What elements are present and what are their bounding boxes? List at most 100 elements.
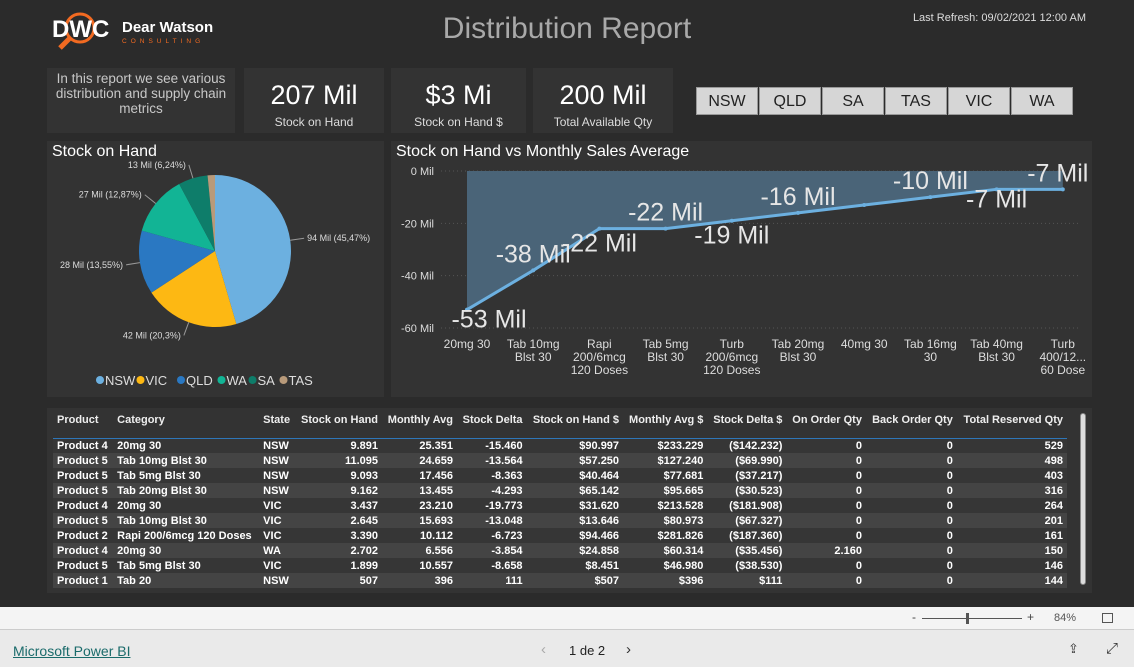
table-cell: 264 (956, 498, 1067, 513)
table-cell: 0 (786, 438, 866, 453)
slicer-tas[interactable]: TAS (885, 87, 947, 115)
table-cell: ($69.990) (707, 453, 787, 468)
slicer-vic[interactable]: VIC (948, 87, 1010, 115)
data-point[interactable] (796, 210, 800, 215)
data-label: -16 Mil (760, 183, 835, 211)
table-cell: NSW (259, 438, 295, 453)
table-cell: $24.858 (526, 543, 624, 558)
intro-text: In this report we see various distributi… (47, 68, 235, 133)
data-point[interactable] (862, 203, 867, 208)
slicer-sa[interactable]: SA (822, 87, 884, 115)
legend-item-vic[interactable]: VIC (146, 373, 168, 388)
data-point[interactable] (1060, 187, 1065, 192)
y-tick-label: -20 Mil (401, 218, 434, 230)
area-chart-title: Stock on Hand vs Monthly Sales Average (396, 143, 690, 160)
column-header[interactable]: Back Order Qty (865, 412, 957, 439)
table-cell: 0 (865, 528, 957, 543)
fit-to-page-icon[interactable] (1102, 613, 1113, 623)
table-cell: 0 (786, 483, 866, 498)
legend-item-nsw[interactable]: NSW (105, 373, 136, 388)
data-point[interactable] (531, 268, 536, 273)
share-icon[interactable]: ⇪ (1068, 641, 1079, 657)
legend-item-wa[interactable]: WA (227, 373, 248, 388)
slicer-wa[interactable]: WA (1011, 87, 1073, 115)
table-cell: 111 (456, 573, 527, 588)
table-cell: -4.293 (456, 483, 527, 498)
table-cell: 0 (865, 468, 957, 483)
next-page-icon[interactable]: › (626, 641, 631, 658)
table-cell: ($38.530) (707, 558, 787, 573)
table-cell: $111 (707, 573, 787, 588)
data-point[interactable] (663, 226, 668, 231)
data-label: -22 Mil (628, 199, 703, 227)
zoom-slider[interactable] (922, 613, 1022, 624)
table-cell: Product 5 (53, 453, 114, 468)
pie-chart: 94 Mil (45,47%) 42 Mil (20,3%) 28 Mil (13,… (60, 160, 370, 388)
table-cell: WA (259, 543, 295, 558)
table-cell: 0 (786, 453, 866, 468)
area-chart-panel: Stock on Hand vs Monthly Sales Average 0… (391, 141, 1092, 397)
data-label: -7 Mil (1027, 159, 1088, 187)
x-tick-label: Turb 200/6mcg 120 Doses (703, 337, 760, 377)
table-cell: NSW (259, 483, 295, 498)
table-cell: ($30.523) (707, 483, 787, 498)
table-cell: 507 (294, 573, 383, 588)
table-cell: $77.681 (623, 468, 708, 483)
previous-page-icon[interactable]: ‹ (541, 641, 546, 658)
table-scrollbar[interactable] (1080, 413, 1086, 585)
table-cell: Rapi 200/6mcg 120 Doses (113, 528, 260, 543)
table-cell: -19.773 (456, 498, 527, 513)
table-cell: NSW (259, 573, 295, 588)
table-cell: ($35.456) (707, 543, 787, 558)
column-header[interactable]: Monthly Avg $ (623, 412, 708, 439)
legend-item-sa[interactable]: SA (258, 373, 276, 388)
table-cell: 0 (865, 438, 957, 453)
data-label: -10 Mil (893, 167, 968, 195)
slicer-nsw[interactable]: NSW (696, 87, 758, 115)
last-refresh: Last Refresh: 09/02/2021 12:00 AM (912, 12, 1086, 24)
table-cell: VIC (259, 558, 295, 573)
slicer-qld[interactable]: QLD (759, 87, 821, 115)
column-header[interactable]: Stock Delta (456, 412, 527, 439)
table-cell: 20mg 30 (113, 543, 260, 558)
table-cell: 316 (956, 483, 1067, 498)
table-cell: ($67.327) (707, 513, 787, 528)
column-header[interactable]: Monthly Avg (382, 412, 457, 439)
column-header[interactable]: Stock Delta $ (707, 412, 787, 439)
zoom-out-button[interactable]: - (912, 610, 916, 624)
pie-chart-panel: Stock on Hand 94 Mil (45,47%) 42 Mil (20,… (47, 141, 384, 397)
table-cell: 20mg 30 (113, 498, 260, 513)
column-header[interactable]: Total Reserved Qty (956, 412, 1067, 439)
table-cell: Product 2 (53, 528, 114, 543)
table-cell: ($181.908) (707, 498, 787, 513)
table-cell: 0 (865, 558, 957, 573)
pie-data-label: 27 Mil (12,87%) (79, 190, 142, 200)
column-header[interactable]: Category (113, 412, 260, 439)
zoom-slider-handle[interactable] (966, 613, 969, 624)
legend-item-tas[interactable]: TAS (289, 373, 314, 388)
kpi-stock-on-hand-dollars: $3 Mi Stock on Hand $ (391, 68, 526, 133)
pie-leader-line (144, 194, 157, 204)
power-bi-link[interactable]: Microsoft Power BI (13, 643, 130, 659)
table-row: Product 5 Tab 10mg Blst 30 NSW 11.095 24.659… (53, 453, 1067, 468)
legend-marker (217, 376, 226, 384)
table-row: Product 4 20mg 30 VIC 3.437 23.210 -19.773 $31… (53, 498, 1067, 513)
table-cell: $46.980 (623, 558, 708, 573)
table-cell: 13.455 (382, 483, 457, 498)
table-cell: -6.723 (456, 528, 527, 543)
fullscreen-icon[interactable]: ⤢ (1106, 640, 1118, 657)
zoom-in-button[interactable]: + (1027, 610, 1034, 624)
kpi-label: Stock on Hand (274, 115, 354, 129)
column-header[interactable]: Product (53, 412, 114, 439)
pie-chart-title: Stock on Hand (52, 143, 157, 160)
data-point[interactable] (928, 195, 933, 200)
legend-item-qld[interactable]: QLD (186, 373, 213, 388)
column-header[interactable]: Stock on Hand (294, 412, 383, 439)
table-cell: 25.351 (382, 438, 457, 453)
page-indicator: 1 de 2 (569, 643, 606, 658)
table-cell: 2.160 (786, 543, 866, 558)
column-header[interactable]: On Order Qty (786, 412, 866, 439)
column-header[interactable]: Stock on Hand $ (526, 412, 624, 439)
column-header[interactable]: State (259, 412, 295, 439)
x-tick-label: 40mg 30 (841, 337, 888, 351)
